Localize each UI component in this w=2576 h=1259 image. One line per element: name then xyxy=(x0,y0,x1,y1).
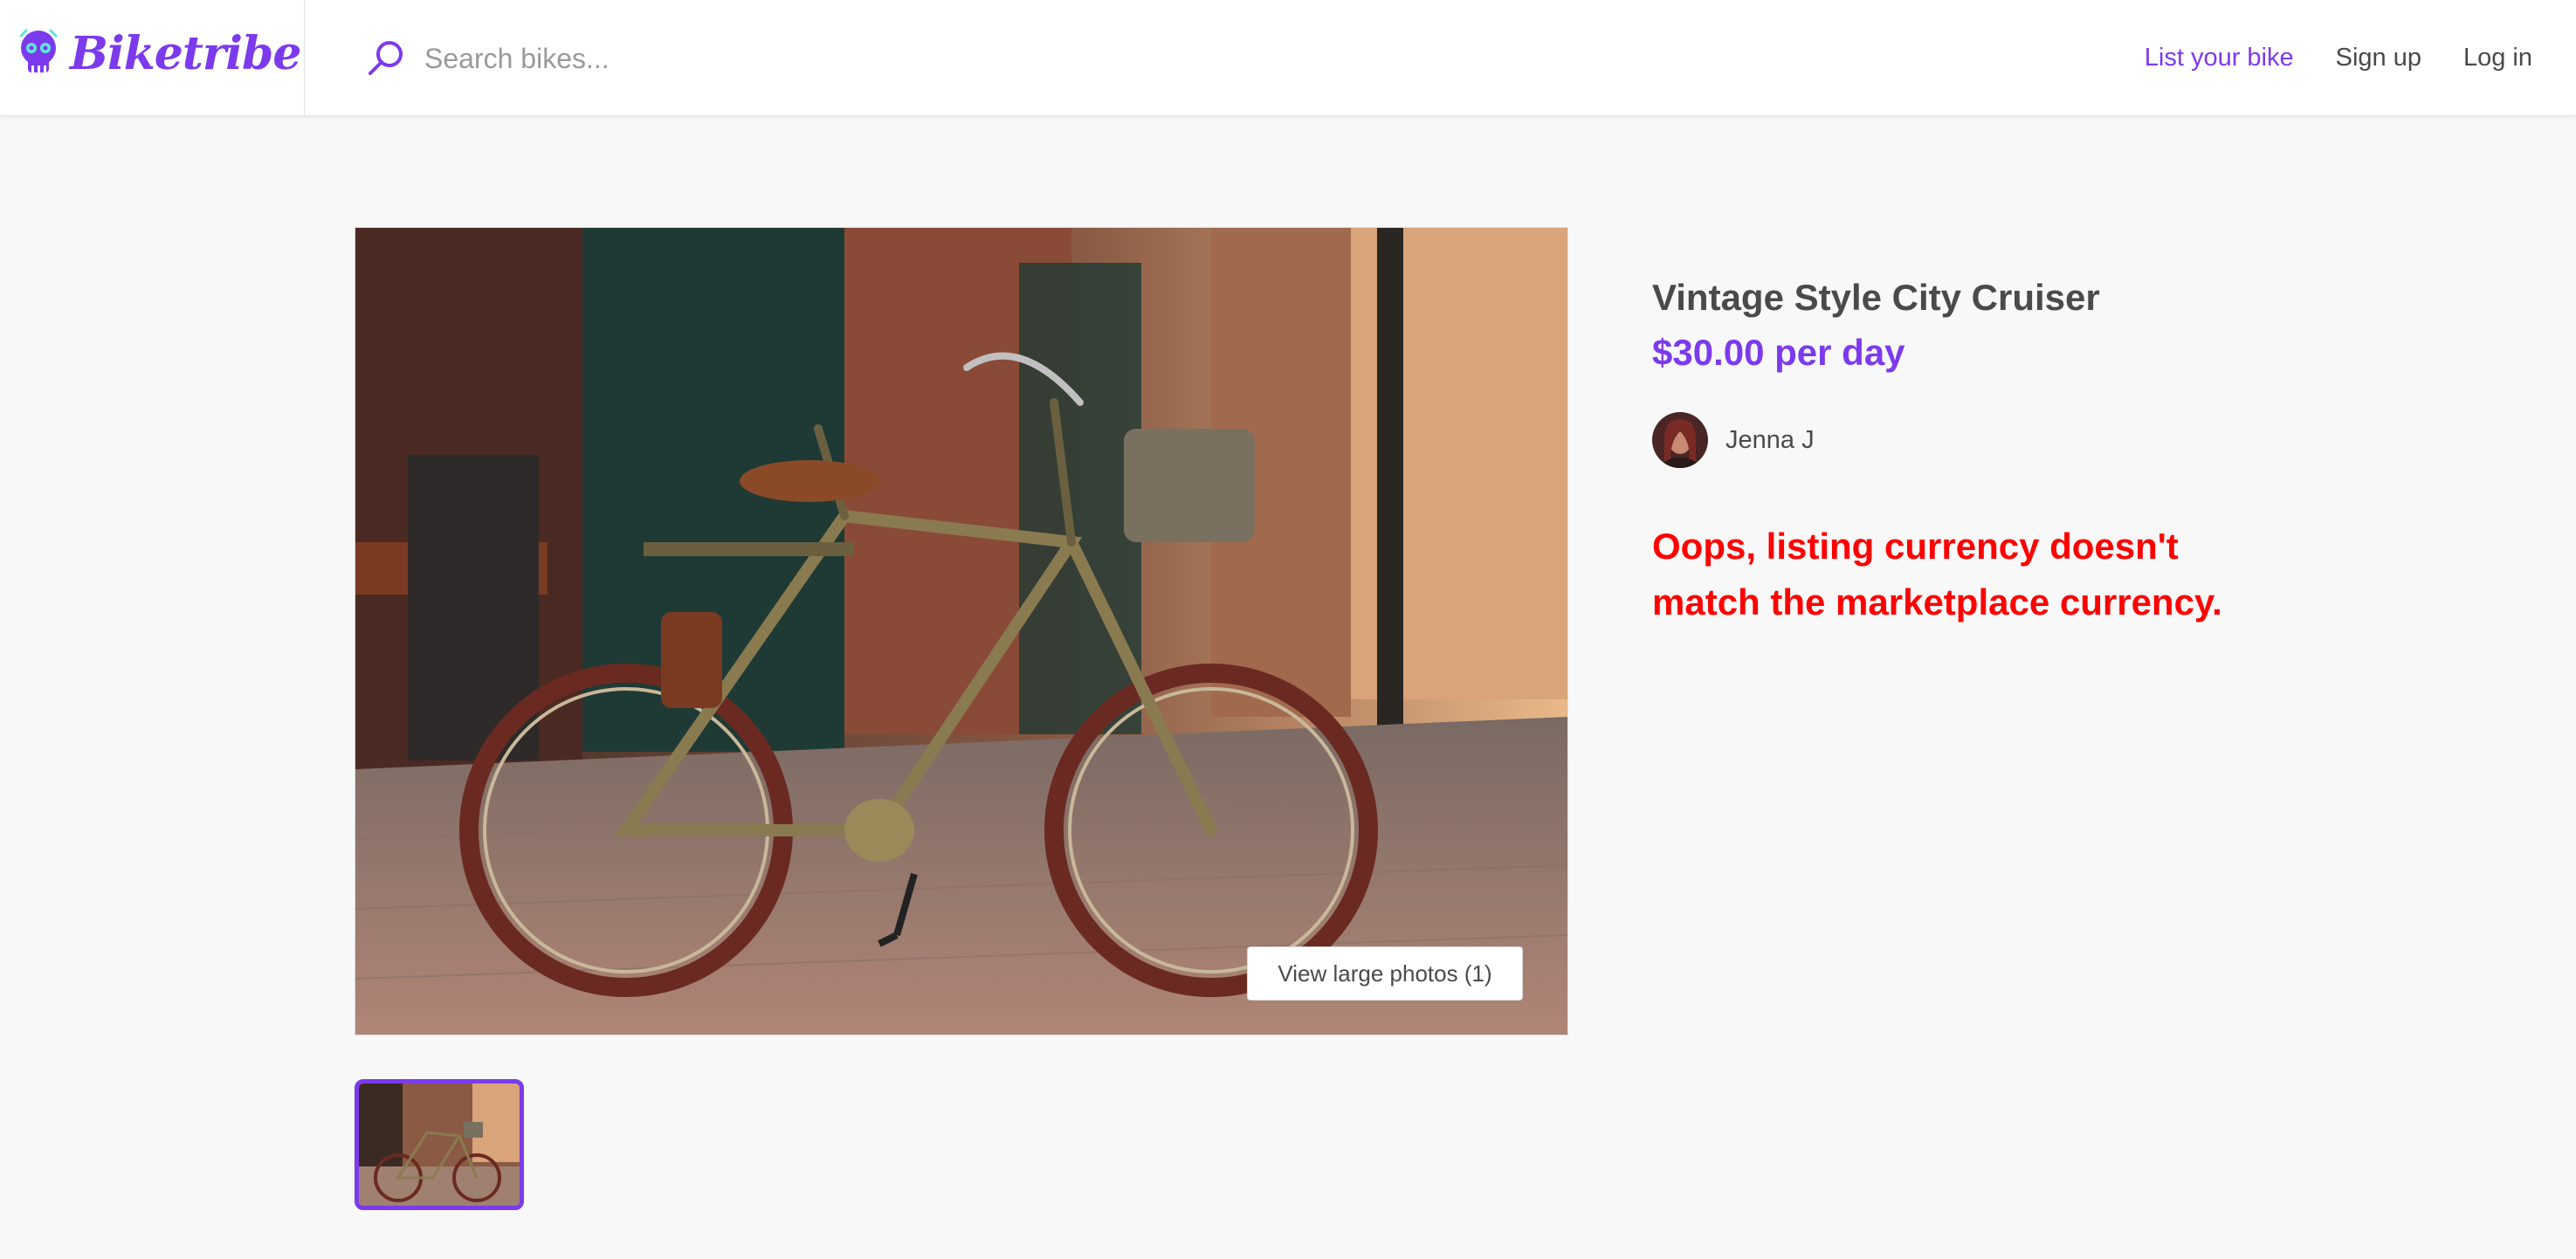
author-avatar[interactable] xyxy=(1652,412,1708,468)
list-your-bike-link[interactable]: List your bike xyxy=(2145,44,2294,72)
user-navigation: List your bike Sign up Log in xyxy=(2145,31,2532,84)
listing-price: $30.00 per day xyxy=(1652,332,1905,373)
image-thumbnail[interactable] xyxy=(355,1079,524,1210)
log-in-link[interactable]: Log in xyxy=(2463,44,2532,72)
logo-link[interactable]: Biketribe xyxy=(16,23,301,84)
logo-text: Biketribe xyxy=(70,26,301,80)
search-bar xyxy=(363,28,950,89)
top-navigation-bar: Biketribe List your bike Sign up Log in xyxy=(0,0,2576,116)
author-avatar-image xyxy=(1652,412,1708,468)
bicycle-thumbnail-image xyxy=(359,1084,520,1206)
search-input[interactable] xyxy=(423,41,950,76)
author-name: Jenna J xyxy=(1725,425,1815,454)
main-listing-image[interactable] xyxy=(355,227,1568,1035)
listing-details: Vintage Style City Cruiser $30.00 per da… xyxy=(1652,271,2281,630)
listing-author[interactable]: Jenna J xyxy=(1652,412,2281,468)
view-large-photos-button[interactable]: View large photos (1) xyxy=(1247,946,1523,1001)
sign-up-link[interactable]: Sign up xyxy=(2336,44,2421,72)
search-icon[interactable] xyxy=(363,37,407,80)
currency-error-message: Oops, listing currency doesn't match the… xyxy=(1652,526,2222,623)
logo-divider xyxy=(304,0,305,115)
bicycle-photo xyxy=(355,228,1567,1035)
skull-logo-icon xyxy=(19,29,58,72)
listing-title: Vintage Style City Cruiser xyxy=(1652,277,2100,318)
